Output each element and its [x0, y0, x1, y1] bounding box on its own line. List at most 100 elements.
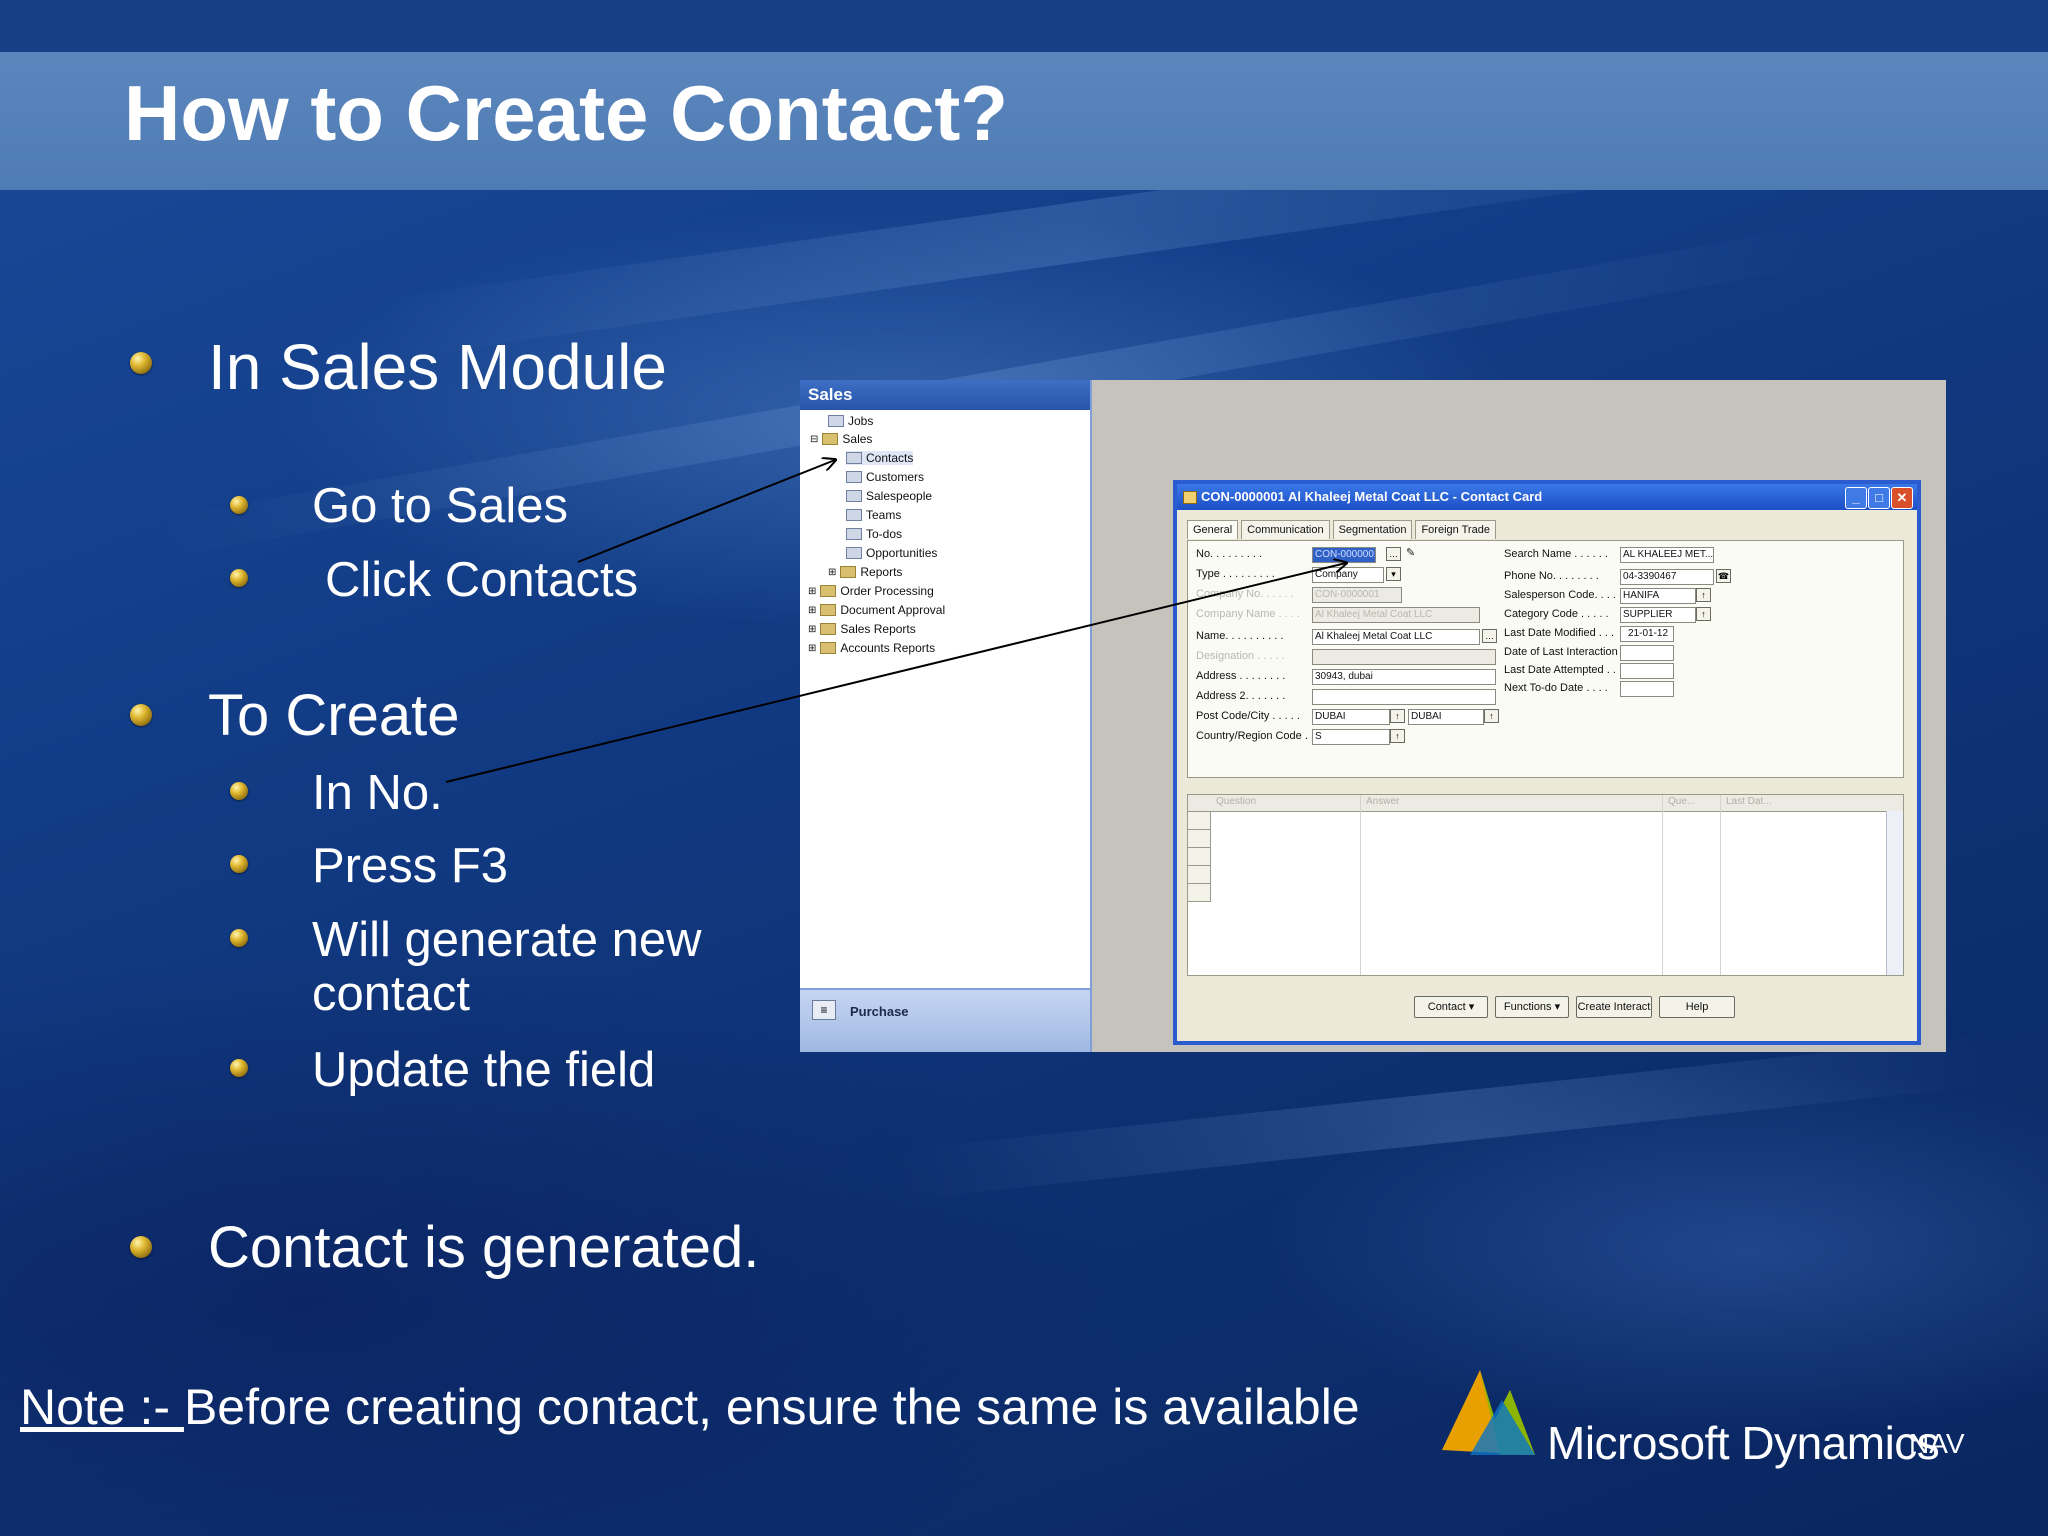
grid-col-questions: Que... [1668, 796, 1696, 807]
label-country: Country/Region Code . . [1196, 730, 1315, 742]
tree-item-teams[interactable]: Teams [846, 508, 901, 522]
form-icon [846, 452, 862, 464]
bg-streak [897, 1035, 1997, 1200]
label-last-interaction: Date of Last Interaction . [1504, 646, 1624, 658]
tree-item-opportunities[interactable]: Opportunities [846, 546, 937, 560]
field-phone[interactable]: 04-3390467 [1620, 569, 1714, 585]
bullet-icon [230, 855, 248, 873]
contact-menu-button[interactable]: Contact ▾ [1414, 996, 1488, 1018]
lookup-icon[interactable]: ↑ [1390, 709, 1405, 723]
label-name: Name. . . . . . . . . . [1196, 630, 1284, 642]
profile-grid[interactable]: Question Answer Que... Last Dat... [1187, 794, 1904, 976]
expand-icon: ⊞ [808, 604, 817, 616]
navigation-pane: Sales Jobs ⊟ Sales Contacts Customers Sal… [800, 380, 1092, 1052]
field-next-todo [1620, 681, 1674, 697]
tree-item-sales[interactable]: ⊟ Sales [810, 432, 872, 446]
tree-item-order-processing[interactable]: ⊞ Order Processing [808, 584, 934, 598]
lookup-icon[interactable]: ↑ [1696, 607, 1711, 621]
grid-row-selector[interactable] [1188, 884, 1211, 902]
lookup-icon[interactable]: ↑ [1390, 729, 1405, 743]
phone-icon[interactable]: ☎ [1716, 569, 1731, 583]
maximize-icon[interactable]: □ [1868, 487, 1890, 509]
pencil-icon[interactable]: ✎ [1406, 546, 1415, 559]
field-address[interactable]: 30943, dubai [1312, 669, 1496, 685]
label-search-name: Search Name . . . . . . [1504, 548, 1608, 560]
lookup-icon[interactable]: ↑ [1484, 709, 1499, 723]
field-post-code[interactable]: DUBAI [1312, 709, 1390, 725]
bullet-icon [130, 352, 152, 374]
tree-item-accounts-reports[interactable]: ⊞ Accounts Reports [808, 641, 935, 655]
bullet-contact-generated: Contact is generated. [208, 1215, 760, 1280]
bullet-icon [230, 496, 248, 514]
grid-col-last-date: Last Dat... [1726, 796, 1772, 807]
create-interact-button[interactable]: Create Interact [1576, 996, 1652, 1018]
nav-footer-purchase: Purchase [850, 1004, 909, 1019]
field-company-name: Al Khaleej Metal Coat LLC [1312, 607, 1480, 623]
dropdown-icon[interactable]: ▾ [1386, 567, 1401, 581]
bullet-icon [130, 1236, 152, 1258]
tab-foreign-trade[interactable]: Foreign Trade [1415, 520, 1496, 539]
label-address2: Address 2. . . . . . . [1196, 690, 1286, 702]
slide-title: How to Create Contact? [124, 69, 1009, 157]
field-no[interactable]: CON-0000001 [1312, 547, 1376, 563]
expand-icon: ⊞ [808, 642, 817, 654]
tree-item-document-approval[interactable]: ⊞ Document Approval [808, 603, 945, 617]
grid-scrollbar[interactable] [1886, 811, 1903, 975]
top-strip [0, 0, 2048, 52]
expand-icon: ⊞ [828, 566, 837, 578]
assist-edit-icon[interactable]: … [1386, 547, 1401, 561]
grid-column-divider [1720, 795, 1721, 975]
tab-segmentation[interactable]: Segmentation [1332, 520, 1413, 539]
field-search-name[interactable]: AL KHALEEJ MET... [1620, 547, 1714, 563]
tree-item-reports[interactable]: ⊞ Reports [828, 565, 902, 579]
tree-item-jobs[interactable]: Jobs [828, 414, 873, 428]
grid-row-selector[interactable] [1188, 812, 1211, 830]
label-type: Type . . . . . . . . . [1196, 568, 1275, 580]
nav-pane-footer[interactable]: ≡ Purchase [800, 988, 1090, 1052]
field-address2[interactable] [1312, 689, 1496, 705]
tab-communication[interactable]: Communication [1241, 520, 1330, 539]
field-type[interactable]: Company [1312, 567, 1384, 583]
sub-bullet-click-contacts: Click Contacts [325, 553, 639, 607]
folder-icon [840, 566, 857, 578]
grid-row-selector[interactable] [1188, 866, 1211, 884]
tree-item-customers[interactable]: Customers [846, 470, 924, 484]
expand-icon: ⊞ [808, 623, 817, 635]
label-phone: Phone No. . . . . . . . [1504, 570, 1599, 582]
tree-item-salespeople[interactable]: Salespeople [846, 489, 932, 503]
folder-icon [820, 623, 837, 635]
field-last-interaction [1620, 645, 1674, 661]
field-category[interactable]: SUPPLIER [1620, 607, 1696, 623]
window-titlebar[interactable]: CON-0000001 Al Khaleej Metal Coat LLC - … [1177, 484, 1917, 510]
functions-menu-button[interactable]: Functions ▾ [1495, 996, 1569, 1018]
label-salesperson: Salesperson Code. . . . [1504, 589, 1616, 601]
grid-row-selector[interactable] [1188, 848, 1211, 866]
folder-icon [822, 433, 839, 445]
grid-row-selector[interactable] [1188, 830, 1211, 848]
tab-general[interactable]: General [1187, 520, 1239, 539]
label-company-name: Company Name . . . . [1196, 608, 1300, 620]
name-details-icon[interactable]: … [1482, 629, 1497, 643]
help-button[interactable]: Help [1659, 996, 1735, 1018]
field-name[interactable]: Al Khaleej Metal Coat LLC [1312, 629, 1480, 645]
sub-bullet-generate-new: Will generate new [312, 913, 702, 967]
close-icon[interactable]: ✕ [1891, 487, 1913, 509]
tree-item-todos[interactable]: To-dos [846, 527, 902, 541]
purchase-icon: ≡ [812, 1000, 836, 1020]
tree-item-sales-reports[interactable]: ⊞ Sales Reports [808, 622, 916, 636]
label-address: Address . . . . . . . . [1196, 670, 1286, 682]
grid-column-divider [1360, 795, 1361, 975]
field-country[interactable]: S [1312, 729, 1390, 745]
field-salesperson[interactable]: HANIFA [1620, 588, 1696, 604]
minimize-icon[interactable]: _ [1845, 487, 1867, 509]
card-tabs: General Communication Segmentation Forei… [1187, 520, 1496, 539]
label-last-modified: Last Date Modified . . . [1504, 627, 1615, 639]
tree-item-contacts[interactable]: Contacts [846, 451, 914, 465]
lookup-icon[interactable]: ↑ [1696, 588, 1711, 602]
sub-bullet-update-field: Update the field [312, 1043, 656, 1097]
form-icon [846, 509, 862, 521]
field-city[interactable]: DUBAI [1408, 709, 1484, 725]
nav-screenshot: Sales Jobs ⊟ Sales Contacts Customers Sal… [800, 380, 1946, 1052]
folder-icon [820, 604, 837, 616]
grid-col-answer: Answer [1366, 796, 1400, 807]
